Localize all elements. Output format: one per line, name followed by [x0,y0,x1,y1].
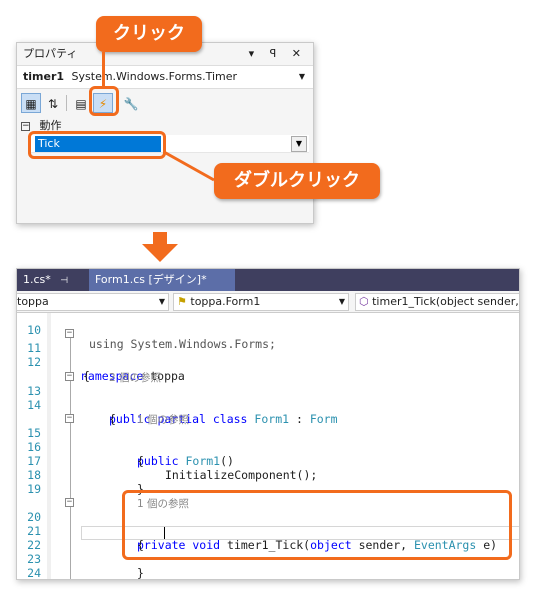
tick-highlight [28,131,166,159]
toolbar-separator [66,95,67,111]
double-click-callout: ダブルクリック [214,163,380,199]
class-name: toppa.Form1 [190,295,261,308]
collapse-icon[interactable]: − [65,329,74,338]
project-name: toppa [17,295,49,308]
collapse-icon[interactable]: − [65,498,74,507]
component-type: System.Windows.Forms.Timer [71,70,238,83]
collapse-icon[interactable]: − [65,414,74,423]
properties-toolbar: ▦ ⇅ ▤ ⚡ 🔧 [19,91,309,115]
panel-window-buttons[interactable]: ▾ ꟼ ✕ [249,43,307,65]
code-line: 15 − public Form1() [17,412,519,469]
wrench-icon[interactable]: 🔧 [121,93,141,113]
events-button-highlight [89,86,119,116]
tab-form1-designer[interactable]: Form1.cs [デザイン]* [89,269,235,291]
member-name: timer1_Tick(object sender, E [372,295,520,308]
code-line: 17 InitializeComponent(); [17,440,519,482]
code-line: 11 − namespace toppa [17,327,519,384]
properties-icon[interactable]: ▤ [71,93,91,113]
click-callout: クリック [96,16,202,52]
tab-form1-cs[interactable]: 1.cs* ⊣ [17,269,89,291]
code-line: 10 using System.Windows.Forms; [17,309,519,351]
code-line: 25 } [17,566,519,579]
code-line: 16 { [17,426,519,468]
chevron-down-icon[interactable]: ▼ [299,66,305,88]
callout-pointer [102,52,105,86]
collapse-icon[interactable]: − [21,121,30,131]
tab-label: 1.cs* [23,273,51,286]
code-line: 19 [17,468,519,496]
code-line: 18 } [17,454,519,496]
down-arrow-icon [142,232,178,262]
code-line: 14 { [17,384,519,426]
reference-hint[interactable]: 2 個の参照 [17,357,519,384]
callout-pointer [163,150,215,182]
pin-icon[interactable]: ⊣ [60,276,68,286]
tab-label: Form1.cs [デザイン]* [95,273,207,286]
component-selector[interactable]: timer1 System.Windows.Forms.Timer ▼ [17,65,313,89]
alphabetical-icon[interactable]: ⇅ [43,93,63,113]
collapse-icon[interactable]: − [65,372,74,381]
chevron-down-icon[interactable]: ▼ [291,136,307,152]
code-line: 13 − public partial class Form1 : Form [17,370,519,427]
component-name: timer1 [23,70,65,83]
code-line: 12 { [17,341,519,383]
chevron-down-icon[interactable]: ▼ [339,294,345,310]
categorized-icon[interactable]: ▦ [21,93,41,113]
editor-tab-bar: 1.cs* ⊣ Form1.cs [デザイン]* [17,269,519,291]
chevron-down-icon[interactable]: ▼ [159,294,165,310]
panel-title-text: プロパティ [23,47,78,60]
method-highlight [122,490,512,560]
method-icon: ⬡ [359,295,369,308]
class-icon: ⚑ [177,295,187,308]
reference-hint[interactable]: 1 個の参照 [17,399,519,426]
